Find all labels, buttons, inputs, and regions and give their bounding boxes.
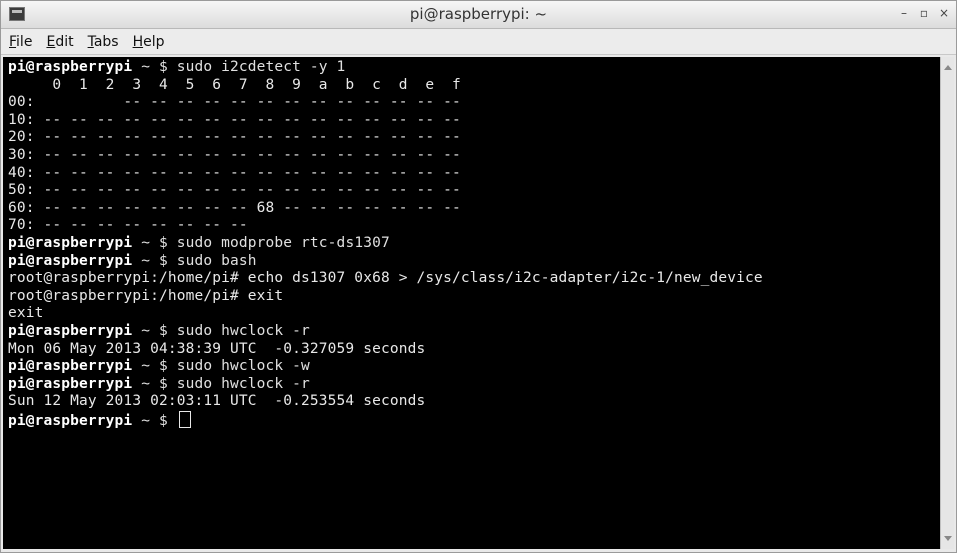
terminal-line: 10: -- -- -- -- -- -- -- -- -- -- -- -- … [8, 111, 461, 128]
menu-bar: File Edit Tabs Help [1, 29, 956, 55]
menu-edit[interactable]: Edit [46, 34, 73, 50]
terminal-lines: pi@raspberrypi ~ $ sudo i2cdetect -y 1 0… [3, 57, 941, 430]
command-text: ~ $ sudo i2cdetect -y 1 [132, 59, 346, 75]
terminal-window: pi@raspberrypi: ~ – ▫ × File Edit Tabs H… [0, 0, 957, 553]
terminal-line: pi@raspberrypi ~ $ [8, 410, 941, 431]
scroll-down-arrow-icon[interactable] [944, 536, 952, 541]
text-cursor [178, 410, 191, 428]
menu-file[interactable]: File [9, 34, 32, 50]
terminal-line: 70: -- -- -- -- -- -- -- -- [8, 217, 248, 234]
shell-prompt: pi@raspberrypi [8, 322, 133, 339]
terminal-line: 00: -- -- -- -- -- -- -- -- -- -- -- -- … [8, 94, 461, 111]
menu-edit-mnemonic: E [46, 33, 56, 50]
terminal-line: exit [8, 305, 44, 322]
window-title: pi@raspberrypi: ~ [409, 5, 548, 23]
command-text: ~ $ sudo hwclock -r [132, 375, 310, 392]
terminal-line: root@raspberrypi:/home/pi# exit [8, 287, 284, 304]
close-button[interactable]: × [938, 6, 950, 20]
terminal-line: root@raspberrypi:/home/pi# echo ds1307 0… [8, 270, 763, 287]
terminal-line: Sun 12 May 2013 02:03:11 UTC -0.253554 s… [8, 393, 426, 410]
shell-prompt: pi@raspberrypi [8, 59, 133, 75]
terminal-line: pi@raspberrypi ~ $ sudo bash [8, 253, 941, 271]
terminal-line: pi@raspberrypi ~ $ sudo hwclock -r [8, 323, 941, 341]
menu-file-mnemonic: F [9, 33, 17, 50]
vertical-scrollbar[interactable] [940, 57, 954, 549]
window-controls: – ▫ × [898, 6, 950, 20]
terminal-line: pi@raspberrypi ~ $ sudo hwclock -r [8, 376, 941, 394]
shell-prompt: pi@raspberrypi [8, 412, 133, 429]
title-bar[interactable]: pi@raspberrypi: ~ – ▫ × [1, 1, 956, 29]
minimize-button[interactable]: – [898, 6, 910, 20]
terminal-line: 60: -- -- -- -- -- -- -- -- 68 -- -- -- … [8, 199, 461, 216]
menu-help-rest: elp [143, 33, 165, 50]
terminal-line: Mon 06 May 2013 04:38:39 UTC -0.327059 s… [8, 340, 426, 357]
shell-prompt: pi@raspberrypi [8, 375, 133, 392]
shell-prompt: pi@raspberrypi [8, 358, 133, 375]
terminal-line: 20: -- -- -- -- -- -- -- -- -- -- -- -- … [8, 129, 461, 146]
scroll-up-arrow-icon[interactable] [944, 65, 952, 70]
terminal-line: 50: -- -- -- -- -- -- -- -- -- -- -- -- … [8, 182, 461, 199]
terminal-line: 0 1 2 3 4 5 6 7 8 9 a b c d e f [8, 76, 461, 93]
command-text: ~ $ sudo bash [132, 252, 257, 269]
terminal-output[interactable]: pi@raspberrypi ~ $ sudo i2cdetect -y 1 0… [3, 57, 941, 549]
terminal-line: pi@raspberrypi ~ $ sudo hwclock -w [8, 358, 941, 376]
menu-tabs[interactable]: Tabs [88, 34, 119, 50]
terminal-line: 30: -- -- -- -- -- -- -- -- -- -- -- -- … [8, 146, 461, 163]
command-text: ~ $ [132, 412, 177, 429]
menu-help-mnemonic: H [132, 33, 144, 50]
command-text: ~ $ sudo hwclock -r [132, 322, 310, 339]
terminal-line: pi@raspberrypi ~ $ sudo modprobe rtc-ds1… [8, 235, 941, 253]
maximize-button[interactable]: ▫ [918, 6, 930, 20]
menu-tabs-rest: abs [93, 33, 119, 50]
shell-prompt: pi@raspberrypi [8, 252, 133, 269]
command-text: ~ $ sudo hwclock -w [132, 358, 310, 375]
terminal-line: pi@raspberrypi ~ $ sudo i2cdetect -y 1 [8, 59, 941, 77]
menu-file-rest: ile [16, 33, 33, 50]
shell-prompt: pi@raspberrypi [8, 234, 133, 251]
menu-edit-rest: dit [55, 33, 74, 50]
terminal-line: 40: -- -- -- -- -- -- -- -- -- -- -- -- … [8, 164, 461, 181]
command-text: ~ $ sudo modprobe rtc-ds1307 [132, 234, 390, 251]
menu-help[interactable]: Help [133, 34, 165, 50]
